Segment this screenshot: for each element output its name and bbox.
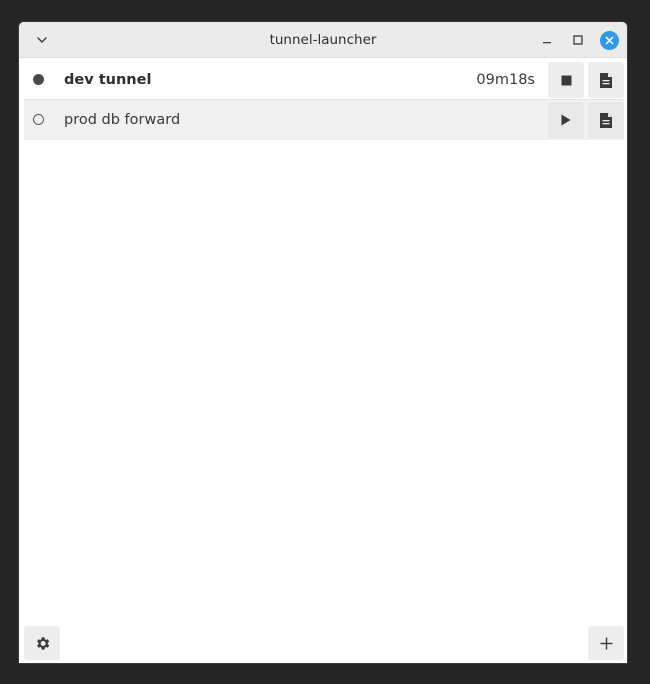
tunnel-name: prod db forward [64,112,181,128]
document-icon [600,72,612,88]
tunnel-row[interactable]: prod db forward [24,100,624,140]
tunnel-name: dev tunnel [64,72,152,88]
close-button[interactable] [597,28,621,52]
view-log-button[interactable] [588,102,624,138]
maximize-icon [573,35,583,45]
status-running-icon [33,74,44,85]
status-stopped-icon [33,114,44,125]
stop-tunnel-button[interactable] [548,62,584,98]
close-button-circle [599,30,619,50]
settings-button[interactable] [24,626,60,660]
add-tunnel-button[interactable] [588,626,624,660]
titlebar[interactable]: tunnel-launcher [19,22,627,58]
plus-icon [600,637,612,649]
stop-icon [561,75,571,85]
document-icon [600,112,612,128]
view-log-button[interactable] [588,62,624,98]
minimize-icon [543,42,551,44]
start-tunnel-button[interactable] [548,102,584,138]
tunnel-uptime: 09m18s [476,72,535,88]
maximize-button[interactable] [566,28,590,52]
tunnel-row[interactable]: dev tunnel 09m18s [24,60,624,100]
app-window: tunnel-launcher dev tunnel 09m18s prod d… [18,21,628,664]
gear-icon [36,636,49,650]
play-icon [561,114,571,126]
minimize-button[interactable] [535,28,559,52]
close-icon [604,35,614,45]
